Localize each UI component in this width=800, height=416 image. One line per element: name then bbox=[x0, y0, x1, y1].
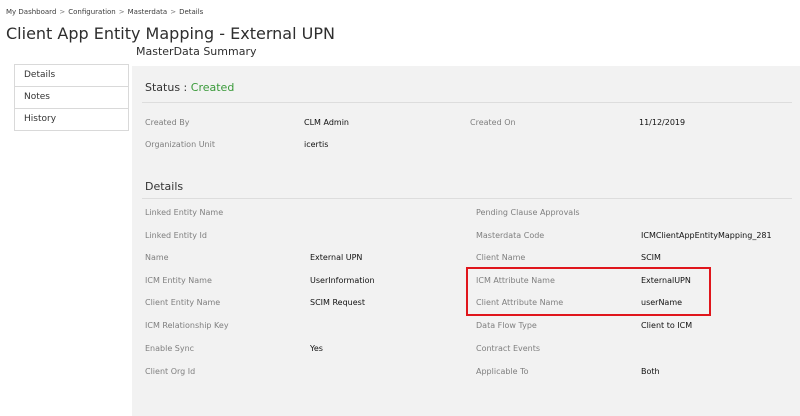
icm-entity-name-value: UserInformation bbox=[310, 276, 375, 285]
breadcrumb-configuration-link[interactable]: Configuration bbox=[68, 8, 115, 16]
nav-item-history[interactable]: History bbox=[15, 109, 128, 131]
details-divider bbox=[142, 198, 792, 199]
breadcrumb-separator: > bbox=[59, 8, 66, 16]
data-flow-type-label: Data Flow Type bbox=[476, 321, 537, 330]
client-entity-name-value: SCIM Request bbox=[310, 298, 365, 307]
breadcrumb-masterdata-link[interactable]: Masterdata bbox=[128, 8, 168, 16]
created-on-value: 11/12/2019 bbox=[639, 118, 686, 127]
breadcrumb-dashboard-link[interactable]: My Dashboard bbox=[6, 8, 56, 16]
org-unit-label: Organization Unit bbox=[145, 140, 215, 149]
name-value: External UPN bbox=[310, 253, 363, 262]
applicable-to-label: Applicable To bbox=[476, 367, 529, 376]
created-on-label: Created On bbox=[470, 118, 516, 127]
client-entity-name-label: Client Entity Name bbox=[145, 298, 221, 307]
status-divider bbox=[142, 102, 792, 103]
breadcrumb-separator: > bbox=[170, 8, 177, 16]
details-heading: Details bbox=[145, 180, 184, 193]
icm-entity-name-label: ICM Entity Name bbox=[145, 276, 212, 285]
linked-entity-id-label: Linked Entity Id bbox=[145, 231, 207, 240]
breadcrumb-current: Details bbox=[179, 8, 204, 16]
breadcrumb-separator: > bbox=[118, 8, 125, 16]
enable-sync-label: Enable Sync bbox=[145, 344, 195, 353]
client-org-id-label: Client Org Id bbox=[145, 367, 196, 376]
created-by-value: CLM Admin bbox=[304, 118, 349, 127]
linked-entity-name-label: Linked Entity Name bbox=[145, 208, 224, 217]
status-heading: Status : Created bbox=[145, 81, 234, 94]
enable-sync-value: Yes bbox=[310, 344, 323, 353]
page-title: Client App Entity Mapping - External UPN bbox=[6, 24, 335, 43]
summary-panel: Status : Created Created By CLM Admin Cr… bbox=[132, 66, 800, 416]
masterdata-code-label: Masterdata Code bbox=[476, 231, 545, 240]
icm-relationship-key-label: ICM Relationship Key bbox=[145, 321, 229, 330]
masterdata-code-value: ICMClientAppEntityMapping_281 bbox=[641, 231, 772, 240]
status-value: Created bbox=[190, 81, 235, 94]
status-label: Status : bbox=[145, 81, 188, 94]
breadcrumb: My Dashboard > Configuration > Masterdata > De… bbox=[6, 8, 203, 16]
contract-events-label: Contract Events bbox=[476, 344, 541, 353]
attribute-highlight-box bbox=[466, 267, 711, 316]
pending-clause-approvals-label: Pending Clause Approvals bbox=[476, 208, 580, 217]
nav-item-notes[interactable]: Notes bbox=[15, 87, 128, 109]
data-flow-type-value: Client to ICM bbox=[641, 321, 693, 330]
name-label: Name bbox=[145, 253, 169, 262]
page-subtitle: MasterData Summary bbox=[136, 45, 257, 58]
client-name-label: Client Name bbox=[476, 253, 526, 262]
left-nav: Details Notes History bbox=[14, 64, 129, 131]
applicable-to-value: Both bbox=[641, 367, 660, 376]
created-by-label: Created By bbox=[145, 118, 190, 127]
client-name-value: SCIM bbox=[641, 253, 661, 262]
nav-item-details[interactable]: Details bbox=[15, 65, 128, 87]
org-unit-value: icertis bbox=[304, 140, 329, 149]
